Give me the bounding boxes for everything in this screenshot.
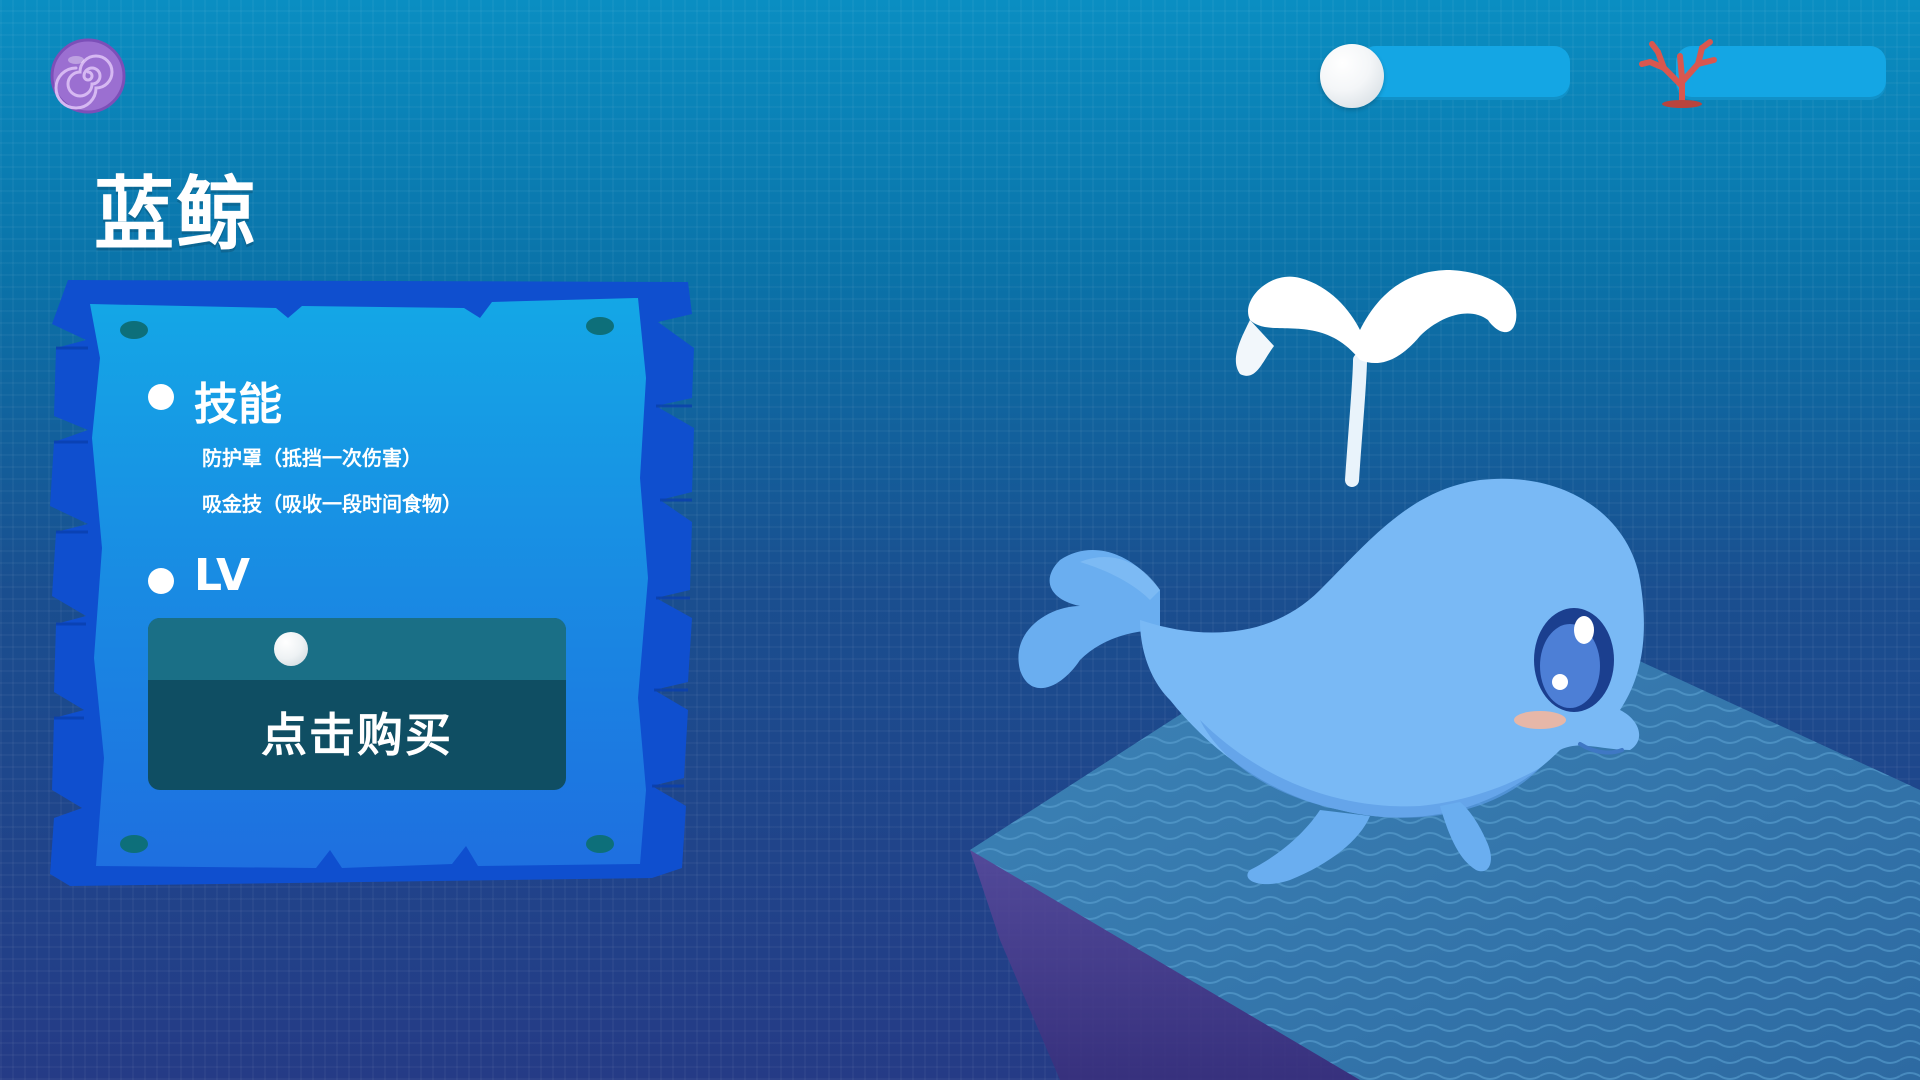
page-title: 蓝鲸 — [94, 168, 258, 261]
whale-scene — [970, 270, 1920, 1080]
level-bullet — [148, 568, 174, 594]
skills-bullet — [148, 384, 174, 410]
level-title: LV — [194, 550, 251, 601]
skills-title: 技能 — [194, 379, 282, 430]
pearl-currency — [1320, 44, 1570, 108]
water-spout-icon — [1235, 270, 1517, 487]
skill-magnet: 吸金技（吸收一段时间食物） — [202, 492, 462, 516]
price-pearl-icon — [274, 632, 308, 666]
shell-menu-icon[interactable] — [48, 36, 128, 116]
pearl-icon — [1320, 44, 1384, 108]
coral-currency — [1636, 39, 1886, 108]
skill-shield: 防护罩（抵挡一次伤害） — [202, 446, 422, 470]
wooden-board-frame — [50, 280, 694, 886]
pearl-count — [1360, 46, 1570, 100]
buy-button[interactable]: 点击购买 — [148, 680, 566, 790]
price-row — [148, 618, 566, 680]
purchase-panel[interactable]: 点击购买 — [148, 618, 566, 790]
coral-icon — [1639, 39, 1717, 108]
info-board: 技能 防护罩（抵挡一次伤害） 吸金技（吸收一段时间食物） LV 点击购买 — [48, 278, 696, 890]
